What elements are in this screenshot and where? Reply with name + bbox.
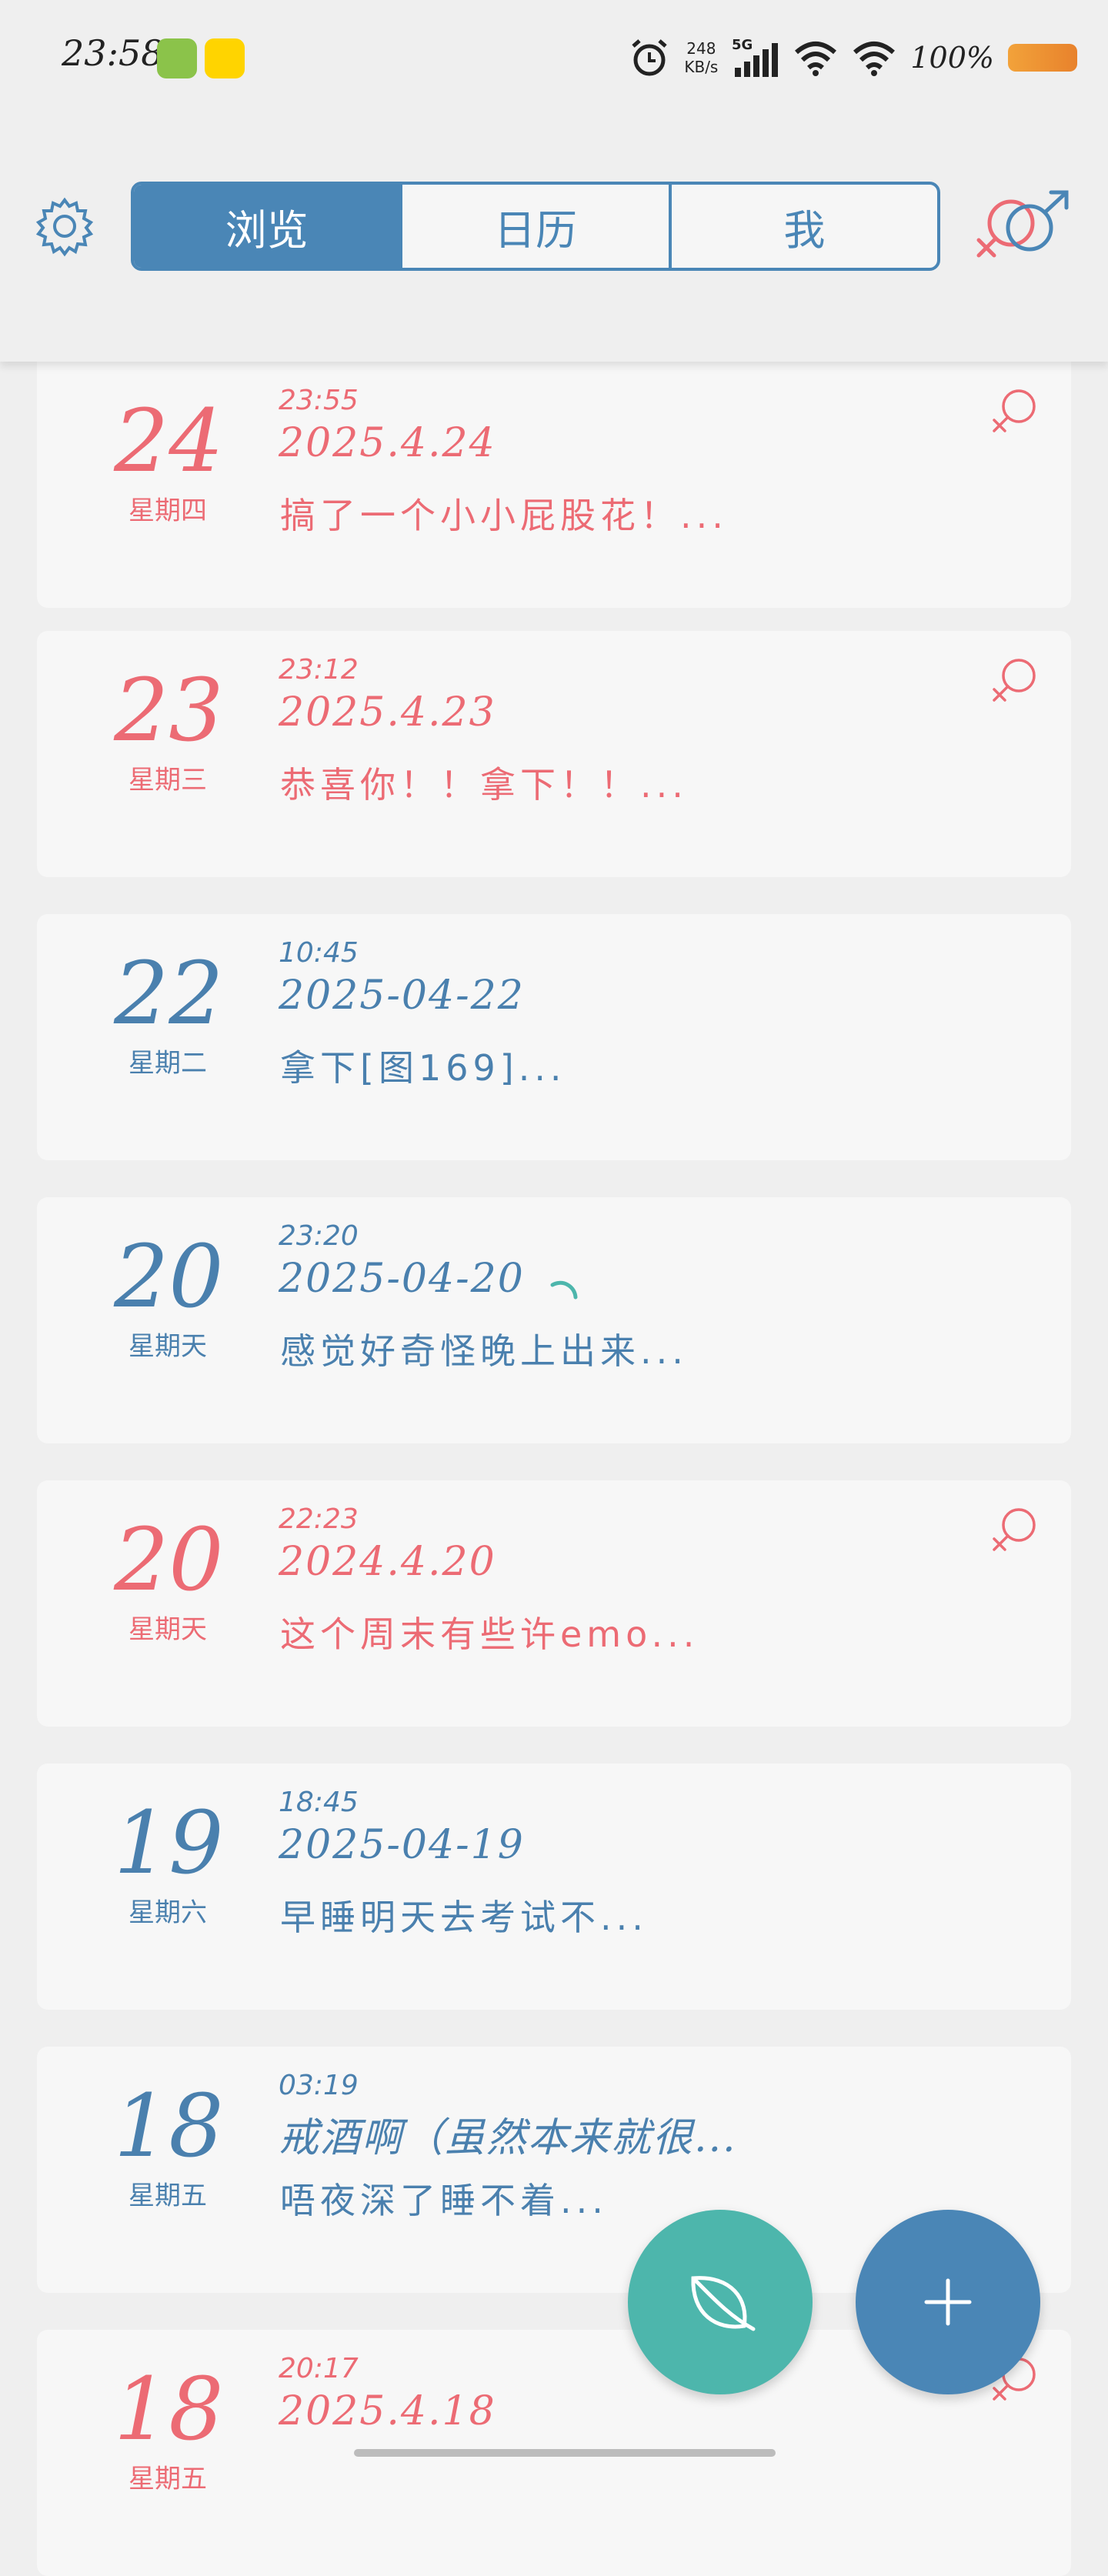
- entry-title: 戒酒啊（虽然本来就很...: [279, 2115, 737, 2161]
- status-bar: 23:58 248 KB/s 5G 100%: [0, 0, 1108, 115]
- entry-day: 23: [114, 661, 224, 761]
- status-time: 23:58: [62, 32, 164, 74]
- tab-browse[interactable]: 浏览: [134, 185, 403, 268]
- female-symbol-icon: [993, 1508, 1036, 1551]
- entry-day: 18: [114, 2360, 224, 2460]
- entry-day: 19: [114, 1794, 224, 1894]
- entry-date: 2024.4.20: [279, 1539, 496, 1585]
- svg-text:5G: 5G: [732, 37, 753, 53]
- view-tabs: 浏览 日历 我: [131, 182, 940, 271]
- entry-date: 2025.4.18: [279, 2388, 496, 2434]
- gear-icon: [35, 197, 94, 257]
- entry-preview: 早睡明天去考试不...: [280, 1897, 648, 1938]
- diary-entry-card[interactable]: 20 星期天 22:23 2024.4.20 这个周末有些许emo...: [37, 1480, 1071, 1727]
- alarm-icon: [632, 39, 668, 76]
- diary-entry-card[interactable]: 24 星期四 23:55 2025.4.24 搞了一个小小屁股花！...: [37, 362, 1071, 608]
- entry-date: 2025-04-19: [279, 1822, 525, 1868]
- entry-weekday: 星期天: [128, 1331, 207, 1362]
- entry-time: 22:23: [279, 1503, 359, 1535]
- add-entry-button[interactable]: [856, 2210, 1040, 2394]
- mood-button[interactable]: [628, 2210, 813, 2394]
- entry-weekday: 星期天: [128, 1614, 207, 1645]
- network-speed: 248 KB/s: [684, 39, 718, 76]
- entry-weekday: 星期三: [128, 765, 207, 796]
- wifi-icon: [853, 42, 896, 76]
- entry-preview: 感觉好奇怪晚上出来...: [280, 1330, 688, 1372]
- entry-weekday: 星期六: [128, 1897, 207, 1928]
- entry-date: 2025.4.23: [279, 689, 496, 736]
- home-indicator[interactable]: [354, 2449, 776, 2457]
- network-speed-value: 248: [686, 39, 716, 58]
- battery-percentage: 100%: [910, 41, 994, 75]
- entry-time: 23:20: [279, 1220, 359, 1252]
- entry-preview: 这个周末有些许emo...: [280, 1613, 699, 1655]
- loading-spinner-icon: [550, 1280, 578, 1300]
- entry-preview: 搞了一个小小屁股花！...: [280, 495, 728, 536]
- plus-icon: [924, 2278, 972, 2326]
- entry-weekday: 星期五: [128, 2181, 207, 2211]
- wifi-icon: [795, 42, 837, 76]
- status-indicators: 248 KB/s 5G 100%: [629, 31, 1077, 85]
- entry-time: 03:19: [279, 2070, 359, 2101]
- leaf-icon: [691, 2276, 756, 2331]
- female-symbol-icon: [993, 389, 1036, 432]
- female-symbol-icon: [993, 659, 1036, 702]
- entry-weekday: 星期四: [128, 496, 207, 526]
- entry-time: 10:45: [279, 937, 359, 969]
- entry-time: 23:12: [279, 654, 359, 686]
- entry-preview: 恭喜你！！拿下！！...: [280, 764, 688, 806]
- entry-weekday: 星期二: [128, 1048, 207, 1079]
- tab-calendar[interactable]: 日历: [402, 185, 672, 268]
- diary-entry-card[interactable]: 23 星期三 23:12 2025.4.23 恭喜你！！拿下！！...: [37, 631, 1071, 877]
- cellular-signal-icon: 5G: [732, 37, 779, 77]
- entry-day: 18: [114, 2077, 224, 2177]
- entry-day: 24: [114, 392, 224, 492]
- entry-day: 22: [114, 944, 224, 1044]
- gender-symbol-icon: [976, 190, 1069, 258]
- entry-time: 20:17: [279, 2353, 359, 2384]
- battery-icon: [1008, 44, 1077, 72]
- diary-entry-card[interactable]: 22 星期二 10:45 2025-04-22 拿下[图169]...: [37, 914, 1071, 1160]
- entry-time: 18:45: [279, 1787, 359, 1818]
- entry-preview: 唔夜深了睡不着...: [280, 2180, 608, 2221]
- app-notification-icon: [205, 38, 245, 78]
- entry-preview: 拿下[图169]...: [280, 1047, 566, 1089]
- diary-entry-card[interactable]: 19 星期六 18:45 2025-04-19 早睡明天去考试不...: [37, 1763, 1071, 2010]
- entry-date: 2025-04-20: [279, 1256, 525, 1302]
- network-speed-unit: KB/s: [684, 58, 719, 76]
- entry-day: 20: [114, 1227, 224, 1327]
- diary-entry-card[interactable]: 20 星期天 23:20 2025-04-20 感觉好奇怪晚上出来...: [37, 1197, 1071, 1443]
- tab-me[interactable]: 我: [672, 185, 937, 268]
- entry-day: 20: [114, 1510, 224, 1610]
- entry-date: 2025.4.24: [279, 420, 496, 466]
- settings-button[interactable]: [34, 195, 95, 257]
- entry-date: 2025-04-22: [279, 973, 525, 1019]
- app-notification-icon: [157, 38, 197, 78]
- gender-toggle-button[interactable]: [973, 189, 1080, 266]
- entry-weekday: 星期五: [128, 2464, 207, 2494]
- entry-time: 23:55: [279, 385, 359, 416]
